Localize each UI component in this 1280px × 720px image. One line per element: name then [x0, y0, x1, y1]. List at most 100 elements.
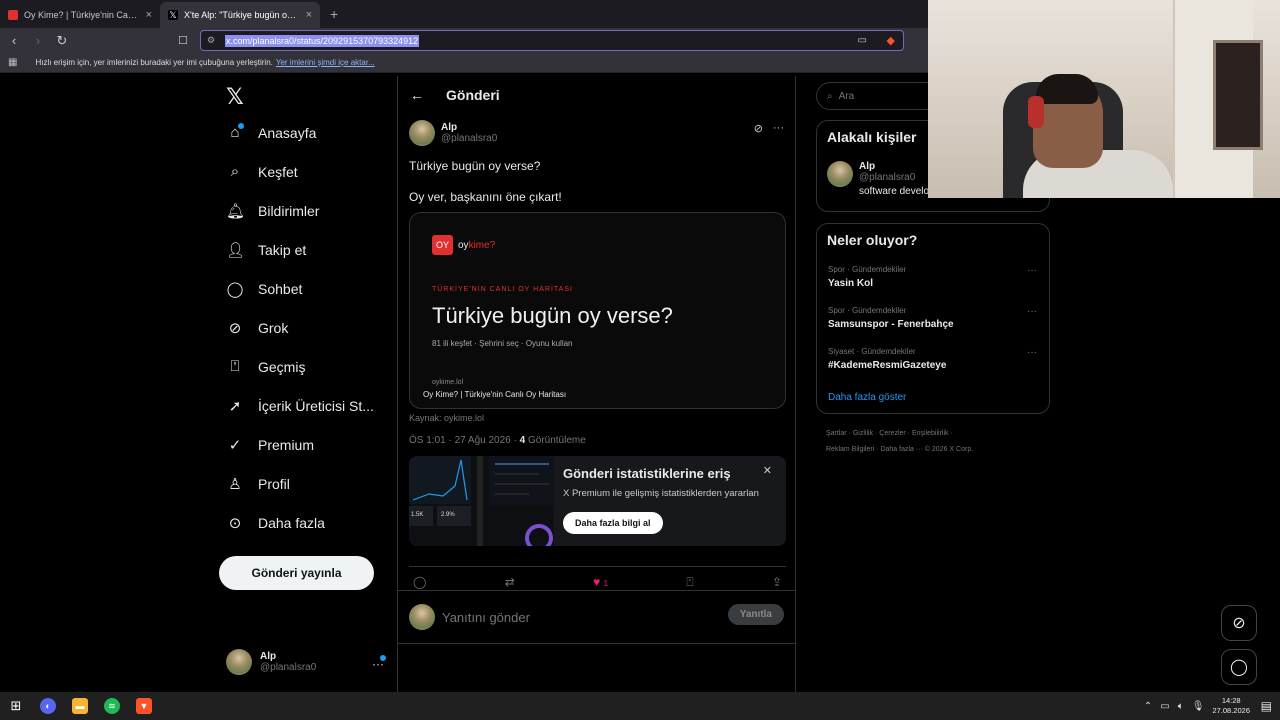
nav-label: Bildirimler: [258, 203, 320, 219]
post-button[interactable]: Gönderi yayınla: [219, 556, 374, 590]
whats-happening-box: Neler oluyor? Spor · Gündemdekiler Yasin…: [816, 223, 1050, 414]
import-bookmarks-link[interactable]: Yer imlerini şimdi içe aktar...: [276, 58, 375, 67]
nav-label: Takip et: [258, 242, 307, 258]
nav-item-follow[interactable]: 👤︎ Takip et: [226, 241, 306, 259]
more-dots-icon[interactable]: ···: [1027, 347, 1037, 358]
repost-icon[interactable]: ⇄: [505, 575, 515, 590]
browser-tab-1[interactable]: Oy Kime? | Türkiye'nin Canlı Oy Haritası…: [0, 2, 160, 28]
start-icon[interactable]: ⊞: [0, 692, 32, 720]
file-explorer-icon[interactable]: ▬: [64, 692, 96, 720]
cam-headphones: [1028, 96, 1044, 128]
volume-icon[interactable]: 🔈︎: [1178, 701, 1184, 712]
trend-item[interactable]: Siyaset · Gündemdekiler #KademeResmiGaze…: [828, 347, 1037, 371]
share-icon[interactable]: ⇪: [772, 575, 782, 590]
brave-icon[interactable]: ▼: [128, 692, 160, 720]
url-field[interactable]: ⚙ x.com/planalsra0/status/20929153707933…: [200, 30, 904, 51]
search-placeholder: Ara: [838, 90, 855, 102]
post-author[interactable]: Alp: [441, 122, 497, 133]
stat-value: 2.9%: [441, 512, 455, 518]
microphone-icon[interactable]: 🎙︎: [1192, 701, 1205, 712]
logo-oy: oy: [458, 239, 469, 251]
nav-item-premium[interactable]: ✓ Premium: [226, 436, 314, 454]
notifications-icon[interactable]: ▤: [1261, 699, 1272, 713]
apps-grid-icon[interactable]: ▦: [8, 57, 17, 68]
back-arrow-icon[interactable]: ←: [410, 87, 424, 103]
reply-input[interactable]: Yanıtını gönder: [442, 610, 530, 625]
post-handle[interactable]: @planalsra0: [441, 133, 497, 144]
trend-item[interactable]: Spor · Gündemdekiler Samsunspor - Fenerb…: [828, 306, 1037, 330]
card-title: Oy Kime? | Türkiye'nin Canlı Oy Haritası: [423, 390, 567, 399]
card-source[interactable]: Kaynak: oykime.lol: [409, 413, 786, 423]
x-logo-icon[interactable]: 𝕏: [226, 84, 244, 110]
chat-icon: ◯: [226, 281, 244, 298]
rocket-icon: ➚: [228, 398, 242, 415]
trends-title: Neler oluyor?: [827, 232, 918, 248]
cam-mirror: [1213, 40, 1263, 150]
spotify-icon[interactable]: ≋: [96, 692, 128, 720]
reload-icon[interactable]: ↻: [52, 33, 72, 49]
analytics-preview-graphic: [409, 456, 554, 546]
post-timestamp[interactable]: ÖS 1:01 · 27 Ağu 2026 ·: [409, 435, 520, 446]
close-tab-icon[interactable]: ×: [306, 9, 312, 21]
grok-icon: ⊘: [228, 320, 242, 337]
like-button[interactable]: ♥ 1: [593, 575, 608, 590]
new-tab-button[interactable]: +: [330, 6, 338, 22]
footer-line[interactable]: Reklam Bilgileri · Daha fazla ··· © 2026…: [826, 442, 1046, 458]
nav-item-creator-studio[interactable]: ➚ İçerik Üreticisi St...: [226, 397, 374, 415]
nav-item-chat[interactable]: ◯ Sohbet: [226, 280, 303, 298]
forward-icon[interactable]: ›: [28, 33, 48, 48]
grok-explain-icon[interactable]: ⊘: [754, 122, 763, 135]
more-dots-icon[interactable]: ···: [1027, 265, 1037, 276]
chevron-up-icon[interactable]: ⌃: [1144, 701, 1152, 712]
heart-icon: ♥: [593, 575, 601, 589]
x-favicon-icon: 𝕏: [168, 10, 178, 20]
browser-tab-2[interactable]: 𝕏 X'te Alp: "Türkiye bugün oy verse?" ×: [160, 2, 320, 28]
post-header: Alp @planalsra0 ⊘ ···: [409, 120, 786, 146]
trend-title: #KademeResmiGazeteye: [828, 360, 947, 371]
close-icon[interactable]: ✕: [763, 464, 772, 477]
nav-label: Anasayfa: [258, 124, 317, 141]
trend-item[interactable]: Spor · Gündemdekiler Yasin Kol ···: [828, 265, 1037, 289]
network-icon[interactable]: ▭: [1160, 701, 1169, 712]
back-icon[interactable]: ‹: [4, 33, 24, 48]
messages-floating-button[interactable]: ◯: [1221, 649, 1257, 685]
link-card[interactable]: OY oykime? TÜRKİYE'NİN CANLI OY HARİTASI…: [409, 212, 786, 409]
nav-item-profile[interactable]: ♙ Profil: [226, 475, 290, 493]
clock[interactable]: 14:28 27.08.2026: [1212, 696, 1250, 716]
logo-kime: kime?: [468, 239, 496, 251]
nav-label: Grok: [258, 320, 289, 336]
learn-more-button[interactable]: Daha fazla bilgi al: [563, 512, 663, 534]
clock-time: 14:28: [1221, 696, 1241, 705]
post: Alp @planalsra0 ⊘ ··· Türkiye bugün oy v…: [409, 120, 786, 546]
bookmarks-hint: Hızlı erişim için, yer imlerinizi burada…: [35, 58, 273, 67]
nav-item-more[interactable]: ⊙ Daha fazla: [226, 514, 325, 532]
nav-item-bookmarks[interactable]: ⍞ Geçmiş: [226, 358, 305, 375]
account-switcher[interactable]: Alp @planalsra0 ···: [226, 649, 386, 675]
brave-shield-icon[interactable]: ◆: [887, 34, 895, 47]
footer-line[interactable]: Şartlar · Gizlilik · Çerezler · Erişileb…: [826, 426, 1046, 442]
nav-item-explore[interactable]: ⌕ Keşfet: [226, 163, 298, 180]
discord-icon[interactable]: ◐: [32, 692, 64, 720]
tab-title: Oy Kime? | Türkiye'nin Canlı Oy Haritası: [24, 10, 140, 20]
avatar[interactable]: [409, 120, 435, 146]
more-dots-icon[interactable]: ···: [1027, 306, 1037, 317]
cast-icon[interactable]: ▭: [858, 35, 867, 46]
stat-value: 1.5K: [411, 512, 424, 518]
close-tab-icon[interactable]: ×: [146, 9, 152, 21]
nav-label: Keşfet: [258, 163, 298, 180]
bookmark-icon: ⍞: [230, 358, 240, 375]
trend-category: Spor · Gündemdekiler: [828, 265, 907, 274]
show-more-link[interactable]: Daha fazla göster: [828, 392, 906, 403]
site-info-icon[interactable]: ⚙: [207, 35, 215, 46]
webcam-overlay: [928, 0, 1280, 198]
reply-button[interactable]: Yanıtla: [727, 604, 784, 625]
nav-label: İçerik Üreticisi St...: [258, 398, 374, 414]
grok-floating-button[interactable]: ⊘: [1221, 605, 1257, 641]
bookmark-page-icon[interactable]: ☐: [178, 34, 188, 47]
account-handle: @planalsra0: [260, 662, 317, 673]
more-dots-icon[interactable]: ···: [773, 122, 784, 135]
reply-icon[interactable]: ◯: [413, 575, 426, 590]
bookmark-icon[interactable]: ⍞: [686, 575, 693, 590]
nav-item-notifications[interactable]: 🔔︎ Bildirimler: [226, 202, 319, 220]
nav-item-grok[interactable]: ⊘ Grok: [226, 319, 289, 337]
